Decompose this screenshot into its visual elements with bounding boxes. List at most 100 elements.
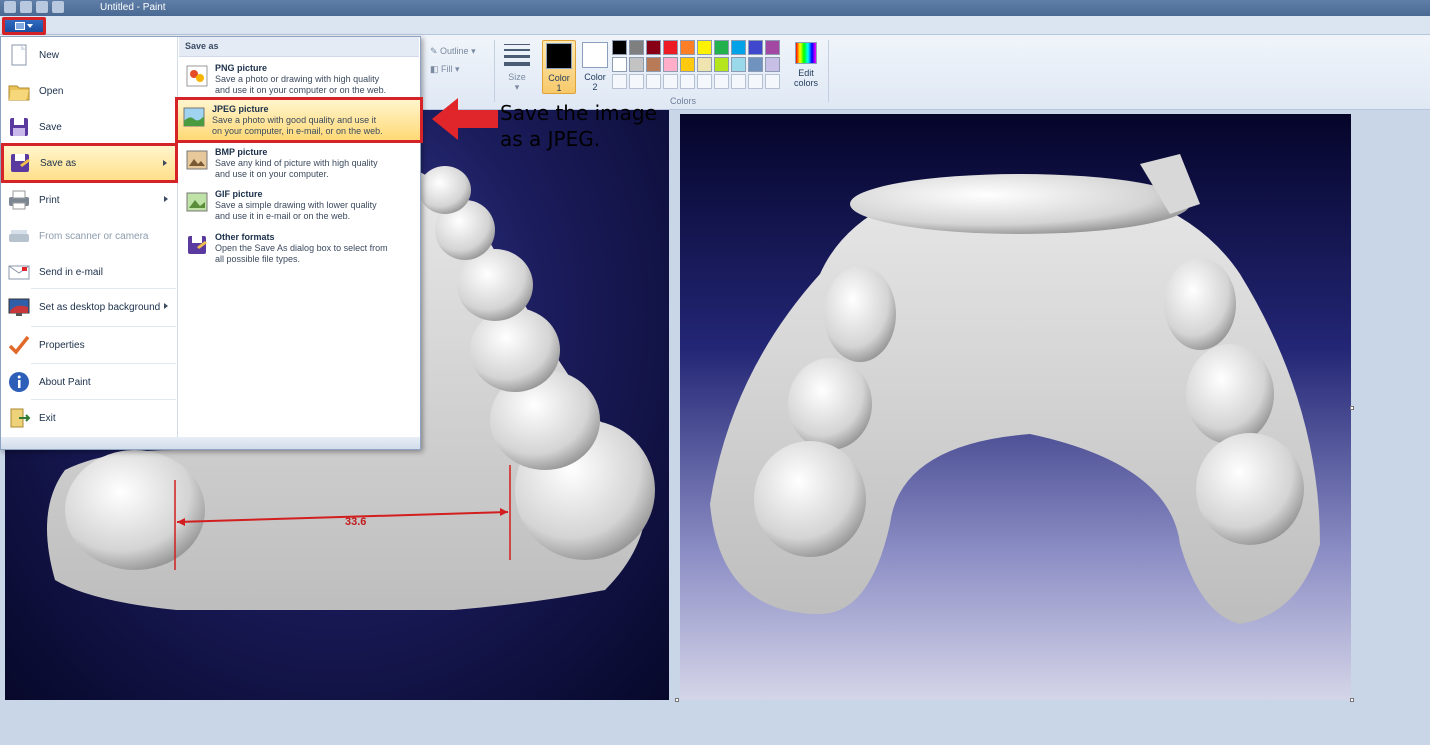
dental-model-upper-image	[710, 154, 1320, 624]
chevron-down-icon: ▾	[514, 82, 520, 92]
bmp-format-icon	[185, 148, 209, 172]
palette-color-swatch[interactable]	[663, 40, 678, 55]
redo-icon[interactable]	[52, 1, 64, 13]
title-bar: Untitled - Paint	[0, 0, 1430, 16]
palette-color-swatch[interactable]	[748, 57, 763, 72]
floppy-disk-icon	[7, 115, 31, 139]
palette-color-swatch[interactable]	[680, 57, 695, 72]
palette-color-swatch[interactable]	[765, 57, 780, 72]
app-menu-footer	[1, 437, 420, 449]
custom-color-slot[interactable]	[612, 74, 627, 89]
custom-color-slot[interactable]	[697, 74, 712, 89]
save-as-option-other-formats[interactable]: Other formats Open the Save As dialog box…	[181, 228, 417, 270]
window-title: Untitled - Paint	[100, 2, 166, 13]
menu-item-send-in-e-mail[interactable]: Send in e-mail	[3, 254, 176, 290]
option-name: PNG picture	[215, 63, 268, 73]
resize-handle[interactable]	[1350, 698, 1354, 702]
shape-options: ✎ Outline ▾ ◧ Fill ▾	[430, 42, 476, 78]
palette-color-swatch[interactable]	[748, 40, 763, 55]
menu-item-set-as-desktop-background[interactable]: Set as desktop background	[3, 289, 176, 325]
app-menu-commands: New Open Save Save as Print From scanner or c…	[1, 37, 178, 439]
annotation-line: Save the image	[500, 101, 657, 125]
png-format-icon	[185, 64, 209, 88]
option-name: JPEG picture	[212, 104, 269, 114]
outline-label: Outline	[440, 46, 469, 56]
resize-handle[interactable]	[1350, 406, 1354, 410]
desktop-icon	[7, 295, 31, 319]
custom-color-slot[interactable]	[646, 74, 661, 89]
menu-item-from-scanner-or-camera[interactable]: From scanner or camera	[3, 218, 176, 254]
palette-color-swatch[interactable]	[646, 57, 661, 72]
menu-item-save-as[interactable]: Save as	[1, 143, 178, 183]
menu-item-properties[interactable]: Properties	[3, 327, 176, 363]
submenu-arrow-icon	[164, 303, 168, 309]
palette-color-swatch[interactable]	[612, 57, 627, 72]
size-button[interactable]: Size ▾	[498, 40, 536, 104]
option-name: Other formats	[215, 232, 275, 242]
save-quick-icon[interactable]	[20, 1, 32, 13]
app-menu-icon	[15, 22, 25, 30]
option-text: Other formats Open the Save As dialog box…	[215, 228, 388, 270]
palette-color-swatch[interactable]	[731, 40, 746, 55]
save-as-option-jpeg-picture[interactable]: JPEG picture Save a photo with good quali…	[175, 97, 423, 143]
custom-color-slot[interactable]	[714, 74, 729, 89]
canvas-right-image[interactable]	[680, 114, 1351, 700]
option-description-line: Save a photo or drawing with high qualit…	[215, 74, 380, 84]
menu-item-save[interactable]: Save	[3, 109, 176, 145]
edit-colors-button[interactable]: Edit colors	[792, 40, 820, 88]
color-wheel-icon	[795, 42, 817, 64]
ribbon-divider	[494, 40, 495, 102]
menu-item-new[interactable]: New	[3, 37, 176, 73]
palette-color-swatch[interactable]	[612, 40, 627, 55]
palette-color-swatch[interactable]	[646, 40, 661, 55]
palette-color-swatch[interactable]	[714, 57, 729, 72]
palette-color-swatch[interactable]	[629, 57, 644, 72]
custom-color-slot[interactable]	[765, 74, 780, 89]
palette-color-swatch[interactable]	[663, 57, 678, 72]
resize-handle[interactable]	[675, 698, 679, 702]
palette-color-swatch[interactable]	[714, 40, 729, 55]
save-as-option-gif-picture[interactable]: GIF picture Save a simple drawing with lo…	[181, 185, 417, 227]
app-menu: New Open Save Save as Print From scanner or c…	[0, 36, 423, 450]
save-as-submenu: Save as PNG picture Save a photo or drawi…	[175, 37, 423, 439]
menu-item-label: About Paint	[39, 376, 91, 388]
menu-item-label: Exit	[39, 412, 56, 424]
save-as-option-png-picture[interactable]: PNG picture Save a photo or drawing with …	[181, 59, 417, 101]
palette-color-swatch[interactable]	[680, 40, 695, 55]
outline-button[interactable]: ✎ Outline ▾	[430, 42, 476, 60]
palette-color-swatch[interactable]	[731, 57, 746, 72]
color1-button[interactable]: Color 1	[542, 40, 576, 94]
palette-color-swatch[interactable]	[697, 40, 712, 55]
menu-item-about-paint[interactable]: About Paint	[3, 364, 176, 400]
custom-color-slot[interactable]	[680, 74, 695, 89]
color2-button[interactable]: Color 2	[578, 40, 612, 94]
annotation-arrow-icon	[432, 98, 498, 140]
custom-color-slot[interactable]	[663, 74, 678, 89]
fill-button[interactable]: ◧ Fill ▾	[430, 60, 476, 78]
palette-color-swatch[interactable]	[697, 57, 712, 72]
checkmark-icon	[7, 333, 31, 357]
size-label: Size	[508, 72, 526, 82]
menu-item-print[interactable]: Print	[3, 182, 176, 218]
quick-access-toolbar	[4, 1, 64, 13]
option-description: Save any kind of picture with high quali…	[215, 158, 378, 180]
annotation-line: as a JPEG.	[500, 127, 601, 151]
palette-color-swatch[interactable]	[765, 40, 780, 55]
option-text: GIF picture Save a simple drawing with lo…	[215, 185, 377, 227]
palette-color-swatch[interactable]	[629, 40, 644, 55]
printer-icon	[7, 188, 31, 212]
menu-item-label: Save	[39, 121, 62, 133]
submenu-arrow-icon	[164, 196, 168, 202]
custom-color-slot[interactable]	[629, 74, 644, 89]
menu-item-exit[interactable]: Exit	[3, 400, 176, 436]
menu-item-label: From scanner or camera	[39, 230, 149, 242]
menu-item-open[interactable]: Open	[3, 73, 176, 109]
undo-icon[interactable]	[36, 1, 48, 13]
menu-item-label: Send in e-mail	[39, 266, 103, 278]
open-folder-icon	[7, 79, 31, 103]
custom-color-slot[interactable]	[731, 74, 746, 89]
app-menu-button[interactable]	[2, 17, 46, 35]
custom-color-slot[interactable]	[748, 74, 763, 89]
option-description-line: Open the Save As dialog box to select fr…	[215, 243, 388, 253]
save-as-option-bmp-picture[interactable]: BMP picture Save any kind of picture with…	[181, 143, 417, 185]
